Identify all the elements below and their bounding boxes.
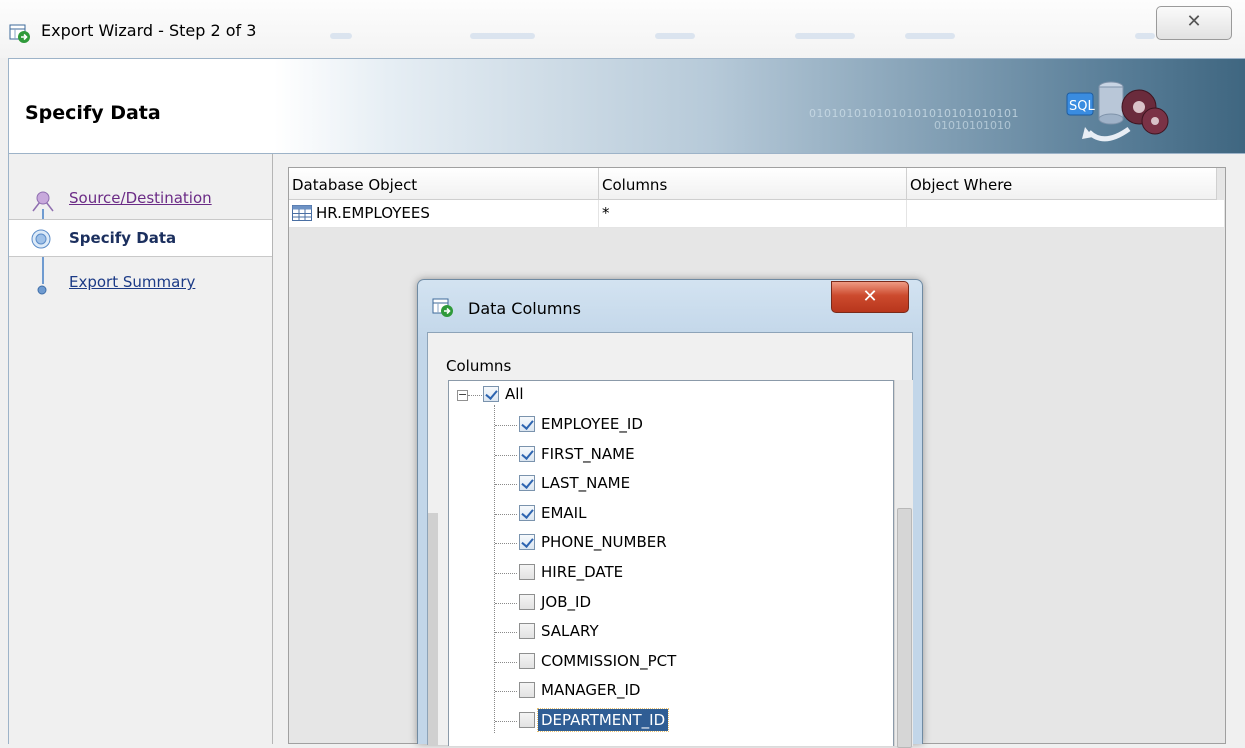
data-columns-dialog: Data Columns ✕ Columns − All EMPLOYEE_ID… xyxy=(417,279,923,748)
tree-item-employee-id[interactable]: EMPLOYEE_ID xyxy=(449,411,889,439)
tree-connector xyxy=(495,573,517,575)
dialog-title: Data Columns xyxy=(468,299,581,318)
step-label-specify-data[interactable]: Specify Data xyxy=(69,229,176,247)
tree-item-last-name[interactable]: LAST_NAME xyxy=(449,470,889,498)
wizard-steps-nav: Source/Destination Specify Data Export S… xyxy=(8,154,272,744)
checkbox-email[interactable] xyxy=(519,505,535,521)
tree-label: PHONE_NUMBER xyxy=(541,533,667,551)
columns-tree[interactable]: − All EMPLOYEE_ID FIRST_NAME LAST_NAME EMAI… xyxy=(448,380,894,746)
checkbox-commission-pct[interactable] xyxy=(519,653,535,669)
column-header-columns[interactable]: Columns xyxy=(599,168,907,200)
tree-item-email[interactable]: EMAIL xyxy=(449,500,889,528)
checkbox-job-id[interactable] xyxy=(519,594,535,610)
cell-database-object[interactable]: HR.EMPLOYEES xyxy=(289,200,599,228)
tree-item-commission-pct[interactable]: COMMISSION_PCT xyxy=(449,648,889,676)
banner-title: Specify Data xyxy=(25,102,161,124)
cell-object-where[interactable] xyxy=(907,200,1225,228)
step-specify-data[interactable]: Specify Data xyxy=(9,219,272,257)
tree-label: FIRST_NAME xyxy=(541,445,635,463)
tree-connector xyxy=(495,543,517,545)
checkbox-all[interactable] xyxy=(483,386,499,402)
tree-left-scrollbar-edge xyxy=(428,513,438,746)
table-icon xyxy=(292,205,312,221)
tree-vertical-scrollbar[interactable] xyxy=(894,380,913,748)
dialog-icon xyxy=(432,298,453,317)
collapse-toggle-icon[interactable]: − xyxy=(457,389,468,401)
binary-decoration-2: 01010101010 xyxy=(934,119,1011,132)
tree-label: JOB_ID xyxy=(541,593,591,611)
checkbox-last-name[interactable] xyxy=(519,475,535,491)
checkbox-manager-id[interactable] xyxy=(519,682,535,698)
tree-item-job-id[interactable]: JOB_ID xyxy=(449,589,889,617)
checkbox-first-name[interactable] xyxy=(519,446,535,462)
window-titlebar: Export Wizard - Step 2 of 3 ✕ xyxy=(0,0,1245,58)
scrollbar-thumb[interactable] xyxy=(897,508,912,748)
tree-item-hire-date[interactable]: HIRE_DATE xyxy=(449,559,889,587)
wizard-banner: Specify Data 010101010101010101010101010… xyxy=(8,58,1245,154)
tree-label-all: All xyxy=(505,385,524,403)
tree-connector xyxy=(495,632,517,634)
tree-connector xyxy=(468,395,482,397)
sql-label: SQL xyxy=(1069,99,1095,114)
tree-item-manager-id[interactable]: MANAGER_ID xyxy=(449,677,889,705)
tree-connector xyxy=(495,455,517,457)
window-close-button[interactable]: ✕ xyxy=(1156,6,1232,40)
tree-label: MANAGER_ID xyxy=(541,681,641,699)
tree-label: SALARY xyxy=(541,622,599,640)
export-wizard-icon xyxy=(9,24,30,43)
tree-connector xyxy=(495,425,517,427)
window-title: Export Wizard - Step 2 of 3 xyxy=(41,21,257,40)
object-name: HR.EMPLOYEES xyxy=(316,204,430,222)
tree-label: LAST_NAME xyxy=(541,474,631,492)
checkbox-salary[interactable] xyxy=(519,623,535,639)
tree-item-department-id[interactable]: DEPARTMENT_ID xyxy=(449,707,889,735)
step-pending-icon xyxy=(37,285,47,295)
tree-connector xyxy=(495,484,517,486)
tree-root-all[interactable]: − All xyxy=(449,381,889,409)
column-header-database-object[interactable]: Database Object xyxy=(289,168,599,200)
step-export-summary[interactable]: Export Summary xyxy=(9,264,272,300)
dialog-close-button[interactable]: ✕ xyxy=(831,281,909,313)
step-label-source-destination[interactable]: Source/Destination xyxy=(69,189,212,207)
tree-label: COMMISSION_PCT xyxy=(541,652,677,670)
checkbox-phone-number[interactable] xyxy=(519,534,535,550)
tree-item-first-name[interactable]: FIRST_NAME xyxy=(449,441,889,469)
step-source-destination[interactable]: Source/Destination xyxy=(9,180,272,216)
checkbox-hire-date[interactable] xyxy=(519,564,535,580)
step-label-export-summary[interactable]: Export Summary xyxy=(69,273,195,291)
tree-label: EMPLOYEE_ID xyxy=(541,415,643,433)
columns-group-label: Columns xyxy=(446,357,512,375)
dialog-body: Columns − All EMPLOYEE_ID FIRST_NAME LAST_… xyxy=(427,332,913,748)
tree-connector xyxy=(495,603,517,605)
tree-connector xyxy=(495,514,517,516)
tree-item-salary[interactable]: SALARY xyxy=(449,618,889,646)
step-current-icon xyxy=(31,229,51,249)
checkbox-department-id[interactable] xyxy=(519,712,535,728)
cell-columns[interactable]: * xyxy=(599,200,1213,228)
tree-label: HIRE_DATE xyxy=(541,563,624,581)
tree-connector xyxy=(495,721,517,723)
column-header-object-where[interactable]: Object Where xyxy=(907,168,1217,200)
tree-connector xyxy=(495,691,517,693)
sql-export-graphic-icon: SQL xyxy=(1066,81,1169,142)
tree-connector xyxy=(495,662,517,664)
tree-label: EMAIL xyxy=(541,504,587,522)
tree-item-phone-number[interactable]: PHONE_NUMBER xyxy=(449,529,889,557)
checkbox-employee-id[interactable] xyxy=(519,416,535,432)
columns-value: * xyxy=(602,204,610,222)
tree-label: DEPARTMENT_ID xyxy=(536,708,670,732)
step-visited-icon xyxy=(32,191,54,212)
